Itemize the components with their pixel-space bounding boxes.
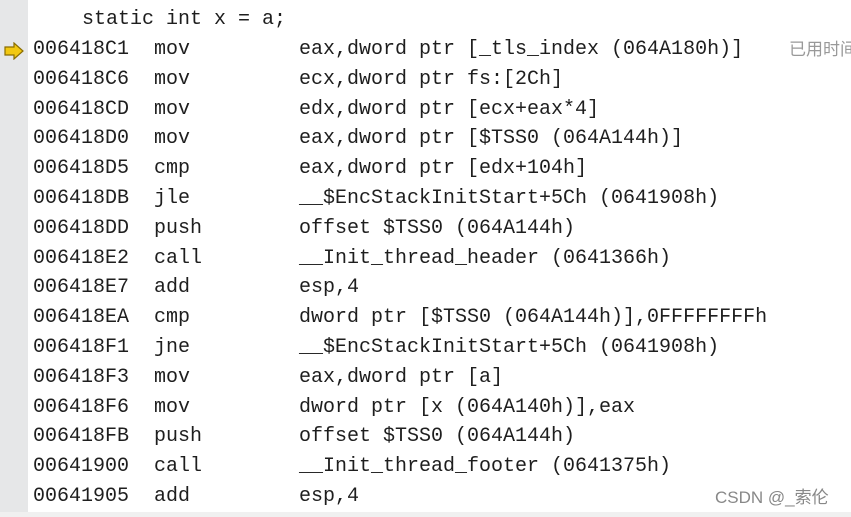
address: 006418DD [33, 216, 130, 240]
disasm-row[interactable]: 006418F3 mov eax,dword ptr [a] [0, 363, 851, 393]
mnemonic: mov [154, 395, 191, 419]
operands: eax,dword ptr [_tls_index (064A180h)] [299, 38, 744, 61]
address: 006418D5 [33, 157, 130, 181]
operands: eax,dword ptr [edx+104h] [299, 157, 588, 181]
operands: __Init_thread_footer (0641375h) [299, 455, 672, 479]
disasm-row[interactable]: 006418DB jle __$EncStackInitStart+5Ch (064… [0, 184, 851, 214]
mnemonic: call [154, 455, 203, 479]
address: 006418EA [33, 306, 130, 330]
disasm-row[interactable]: 006418FB push offset $TSS0 (064A144h) [0, 422, 851, 452]
operands: esp,4 [299, 276, 360, 300]
address: 006418FB [33, 425, 130, 449]
disasm-row[interactable]: 006418F1 jne __$EncStackInitStart+5Ch (064… [0, 333, 851, 363]
operands: offset $TSS0 (064A144h) [299, 425, 576, 449]
mnemonic: mov [154, 67, 191, 91]
address: 006418DB [33, 187, 130, 210]
mnemonic: mov [154, 127, 191, 151]
disasm-row[interactable]: 006418D0 mov eax,dword ptr [$TSS0 (064A144… [0, 124, 851, 154]
mnemonic: call [154, 246, 203, 270]
disasm-row[interactable]: 006418F6 mov dword ptr [x (064A140h)],eax [0, 393, 851, 423]
address: 00641905 [33, 485, 130, 508]
disasm-row[interactable]: 006418C1 mov eax,dword ptr [_tls_index (06… [0, 35, 851, 65]
operands: edx,dword ptr [ecx+eax*4] [299, 97, 600, 121]
address: 00641900 [33, 455, 130, 479]
mnemonic: mov [154, 38, 191, 61]
disasm-row[interactable]: 006418E7 add esp,4 [0, 273, 851, 303]
operands: esp,4 [299, 485, 360, 508]
disasm-row[interactable]: 006418E2 call __Init_thread_header (064136… [0, 244, 851, 274]
horizontal-scrollbar[interactable] [0, 512, 851, 517]
address: 006418E7 [33, 276, 130, 300]
operands: eax,dword ptr [$TSS0 (064A144h)] [299, 127, 684, 151]
operands: __$EncStackInitStart+5Ch (0641908h) [299, 336, 720, 359]
mnemonic: cmp [154, 157, 191, 181]
operands: ecx,dword ptr fs:[2Ch] [299, 67, 564, 91]
operands: __Init_thread_header (0641366h) [299, 246, 672, 270]
disasm-row[interactable]: 006418D5 cmp eax,dword ptr [edx+104h] [0, 154, 851, 184]
mnemonic: cmp [154, 306, 191, 330]
mnemonic: mov [154, 365, 191, 389]
mnemonic: push [154, 216, 203, 240]
disasm-row[interactable]: 006418CD mov edx,dword ptr [ecx+eax*4] [0, 95, 851, 125]
address: 006418CD [33, 97, 130, 121]
address: 006418C1 [33, 38, 130, 61]
disasm-row[interactable]: 00641900 call __Init_thread_footer (064137… [0, 452, 851, 482]
address: 006418D0 [33, 127, 130, 151]
source-line: static int x = a; [82, 8, 287, 31]
operands: eax,dword ptr [a] [299, 365, 504, 389]
mnemonic: push [154, 425, 203, 449]
disasm-row[interactable]: 006418EA cmp dword ptr [$TSS0 (064A144h)],… [0, 303, 851, 333]
address: 006418F3 [33, 365, 130, 389]
disasm-row[interactable]: 006418DD push offset $TSS0 (064A144h) [0, 214, 851, 244]
mnemonic: jle [154, 187, 191, 210]
disasm-row[interactable]: 006418C6 mov ecx,dword ptr fs:[2Ch] [0, 65, 851, 95]
mnemonic: mov [154, 97, 191, 121]
operands: dword ptr [x (064A140h)],eax [299, 395, 636, 419]
mnemonic: jne [154, 336, 191, 359]
operands: __$EncStackInitStart+5Ch (0641908h) [299, 187, 720, 210]
mnemonic: add [154, 485, 191, 508]
address: 006418C6 [33, 67, 130, 91]
address: 006418F1 [33, 336, 130, 359]
operands: dword ptr [$TSS0 (064A144h)],0FFFFFFFFh [299, 306, 768, 330]
mnemonic: add [154, 276, 191, 300]
watermark: CSDN @_索伦 [715, 488, 829, 507]
address: 006418E2 [33, 246, 130, 270]
operands: offset $TSS0 (064A144h) [299, 216, 576, 240]
address: 006418F6 [33, 395, 130, 419]
elapsed-time-hint: 已用时间 [789, 40, 851, 60]
